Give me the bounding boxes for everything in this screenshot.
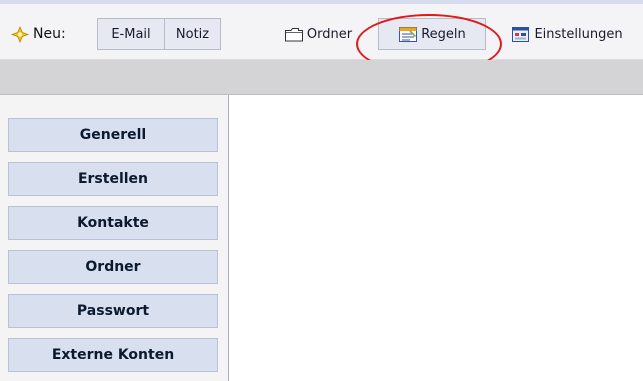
sidebar-item-generell[interactable]: Generell	[8, 118, 218, 152]
sidebar-item-label: Kontakte	[77, 215, 149, 231]
folder-button-label: Ordner	[306, 26, 353, 42]
rules-button[interactable]: Regeln	[378, 18, 486, 50]
settings-button-label: Einstellungen	[534, 26, 623, 42]
status-bar	[0, 60, 643, 95]
sidebar-item-label: Externe Konten	[51, 347, 175, 363]
sidebar-item-passwort[interactable]: Passwort	[8, 294, 218, 328]
sidebar-item-label: Erstellen	[77, 171, 149, 187]
folder-button[interactable]: Ordner	[263, 18, 373, 50]
rules-button-label: Regeln	[421, 26, 466, 42]
folder-icon	[284, 26, 304, 43]
sidebar-item-label: Passwort	[76, 303, 150, 319]
sidebar-item-externe-konten[interactable]: Externe Konten	[8, 338, 218, 372]
email-button-label: E-Mail	[111, 26, 151, 42]
sparkle-star-icon	[10, 25, 30, 43]
new-label: Neu:	[10, 18, 66, 50]
settings-icon	[511, 26, 531, 43]
settings-sidebar: Generell Erstellen Kontakte Ordner Passw…	[0, 95, 228, 381]
note-button-label: Notiz	[175, 26, 210, 42]
settings-button[interactable]: Einstellungen	[492, 18, 642, 50]
content-pane	[228, 95, 643, 381]
sidebar-item-erstellen[interactable]: Erstellen	[8, 162, 218, 196]
sidebar-item-kontakte[interactable]: Kontakte	[8, 206, 218, 240]
rules-icon	[398, 26, 418, 43]
sidebar-item-label: Ordner	[85, 259, 141, 275]
note-button[interactable]: Notiz	[164, 18, 221, 50]
email-button[interactable]: E-Mail	[97, 18, 165, 50]
toolbar: Neu: E-Mail Notiz Ordner Regeln Einstell…	[0, 4, 643, 74]
sidebar-item-label: Generell	[79, 127, 147, 143]
new-label-text: Neu:	[33, 26, 66, 42]
sidebar-item-ordner[interactable]: Ordner	[8, 250, 218, 284]
